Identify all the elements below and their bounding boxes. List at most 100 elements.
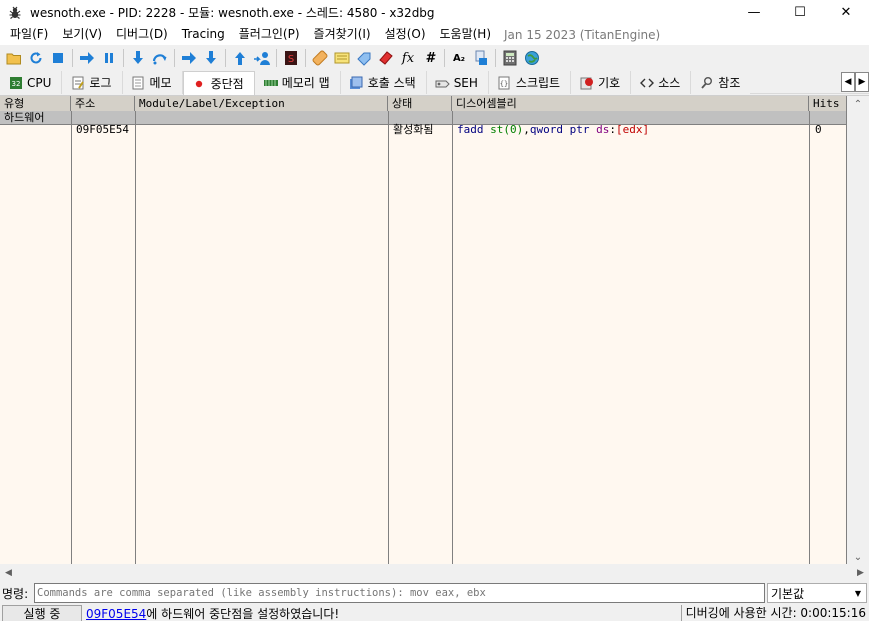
run-icon[interactable] [76, 47, 98, 69]
column-divider [135, 111, 136, 564]
tab-seh[interactable]: SEH [426, 71, 489, 94]
column-type[interactable]: 유형 [0, 96, 71, 111]
restart-icon[interactable] [25, 47, 47, 69]
menu-file[interactable]: 파일(F) [3, 24, 55, 45]
command-label: 명령: [2, 586, 29, 601]
menu-help[interactable]: 도움말(H) [433, 24, 499, 45]
tab-label: SEH [453, 75, 478, 90]
menu-bar: 파일(F) 보기(V) 디버그(D) Tracing 플러그인(P) 즐겨찾기(… [0, 24, 869, 45]
comment-icon[interactable] [331, 47, 353, 69]
cpu-icon: 32 [8, 75, 23, 90]
table-row[interactable]: 09F05E54 활성화됨 fadd st(0),qword ptr ds:[e… [0, 122, 847, 138]
svg-text:32: 32 [11, 80, 20, 88]
menu-plugins[interactable]: 플러그인(P) [232, 24, 307, 45]
toolbar-separator [174, 49, 175, 67]
menu-favourites[interactable]: 즐겨찾기(I) [307, 24, 378, 45]
tab-scroll-left-icon[interactable]: ◀ [841, 72, 855, 92]
tab-source[interactable]: 소스 [631, 71, 692, 94]
stop-icon[interactable] [47, 47, 69, 69]
scroll-right-icon[interactable]: ▶ [852, 568, 869, 578]
column-divider [452, 111, 453, 564]
tab-breakpoints[interactable]: 중단점 [182, 71, 255, 95]
font-glyph: A₂ [452, 52, 466, 64]
row-state: 활성화됨 [393, 123, 434, 136]
font-icon[interactable]: A₂ [448, 47, 470, 69]
tab-call-stack[interactable]: 호출 스택 [340, 71, 427, 94]
tab-label: 호출 스택 [367, 76, 416, 90]
hash-glyph: # [425, 50, 435, 66]
debug-time: 디버깅에 사용한 시간: 0:00:15:16 [680, 605, 866, 621]
open-icon[interactable] [3, 47, 25, 69]
log-icon [70, 75, 85, 90]
command-mode-select[interactable]: 기본값 ▼ [767, 583, 867, 603]
command-bar: 명령: 기본값 ▼ [0, 582, 869, 604]
column-address[interactable]: 주소 [71, 96, 135, 111]
function-icon[interactable]: fx [397, 47, 419, 69]
scroll-up-icon[interactable]: ⌃ [847, 96, 869, 112]
tab-notes[interactable]: 메모 [122, 71, 183, 94]
calculator-icon[interactable] [499, 47, 521, 69]
run-to-user-code-icon[interactable] [251, 47, 273, 69]
scroll-down-icon[interactable]: ⌄ [847, 549, 869, 565]
disasm-colon: : [609, 123, 616, 136]
disasm-comma: , [523, 123, 530, 136]
menu-options[interactable]: 설정(O) [378, 24, 433, 45]
step-over-icon[interactable] [149, 47, 171, 69]
tab-symbols[interactable]: 기호 [571, 71, 632, 94]
column-divider [809, 111, 810, 564]
toolbar-separator [123, 49, 124, 67]
vertical-scrollbar[interactable]: ⌃ ⌄ [847, 96, 869, 565]
bookmark-icon[interactable] [375, 47, 397, 69]
menu-debug[interactable]: 디버그(D) [109, 24, 175, 45]
attach-icon[interactable] [470, 47, 492, 69]
scroll-left-icon[interactable]: ◀ [0, 568, 17, 578]
table-header: 유형 주소 Module/Label/Exception 상태 디스어셈블리 H… [0, 96, 847, 111]
minimize-button[interactable]: — [731, 0, 777, 24]
column-state[interactable]: 상태 [388, 96, 452, 111]
menu-view[interactable]: 보기(V) [55, 24, 109, 45]
debug-state: 실행 중 [2, 605, 82, 621]
tab-scroll-right-icon[interactable]: ▶ [855, 72, 869, 92]
breakpoint-icon [192, 76, 207, 91]
scylla-icon[interactable]: S [280, 47, 302, 69]
close-button[interactable]: ✕ [823, 0, 869, 24]
tab-label: 스크립트 [515, 76, 561, 90]
horizontal-scrollbar[interactable]: ◀ ▶ [0, 564, 869, 581]
trace-into-icon[interactable] [178, 47, 200, 69]
breakpoints-table[interactable]: 유형 주소 Module/Label/Exception 상태 디스어셈블리 H… [0, 95, 869, 565]
status-message: 09F05E54에 하드웨어 중단점을 설정하였습니다! [82, 605, 339, 621]
disasm-bracket-close: ] [642, 123, 650, 136]
execute-till-return-icon[interactable] [229, 47, 251, 69]
tab-log[interactable]: 로그 [62, 71, 123, 94]
build-info: Jan 15 2023 (TitanEngine) [504, 27, 661, 42]
tab-cpu[interactable]: 32 CPU [0, 71, 63, 94]
patch-icon[interactable] [309, 47, 331, 69]
globe-icon[interactable] [521, 47, 543, 69]
disasm-operand: st(0) [490, 123, 524, 136]
trace-over-icon[interactable] [200, 47, 222, 69]
pause-icon[interactable] [98, 47, 120, 69]
label-icon[interactable] [353, 47, 375, 69]
call-stack-icon [349, 75, 364, 90]
column-disassembly[interactable]: 디스어셈블리 [452, 96, 809, 111]
svg-text:{}: {} [500, 80, 508, 88]
maximize-button[interactable]: ☐ [777, 0, 823, 24]
tab-label: 기호 [598, 76, 621, 90]
row-hits: 0 [815, 123, 822, 136]
column-module[interactable]: Module/Label/Exception [135, 96, 388, 111]
tab-script[interactable]: {} 스크립트 [488, 71, 572, 94]
tab-references[interactable]: 참조 [691, 71, 751, 94]
menu-tracing[interactable]: Tracing [175, 24, 232, 45]
command-input[interactable] [34, 583, 765, 603]
tab-label: 로그 [89, 76, 112, 90]
references-icon [699, 75, 714, 90]
step-into-icon[interactable] [127, 47, 149, 69]
hash-icon[interactable]: # [419, 47, 441, 69]
toolbar-separator [276, 49, 277, 67]
window-title: wesnoth.exe - PID: 2228 - 모듈: wesnoth.ex… [30, 5, 435, 20]
status-address-link[interactable]: 09F05E54 [86, 607, 146, 621]
disasm-segment: ds [596, 123, 610, 136]
notes-icon [131, 75, 146, 90]
column-hits[interactable]: Hits [809, 96, 847, 111]
tab-memory-map[interactable]: 메모리 맵 [254, 71, 341, 94]
